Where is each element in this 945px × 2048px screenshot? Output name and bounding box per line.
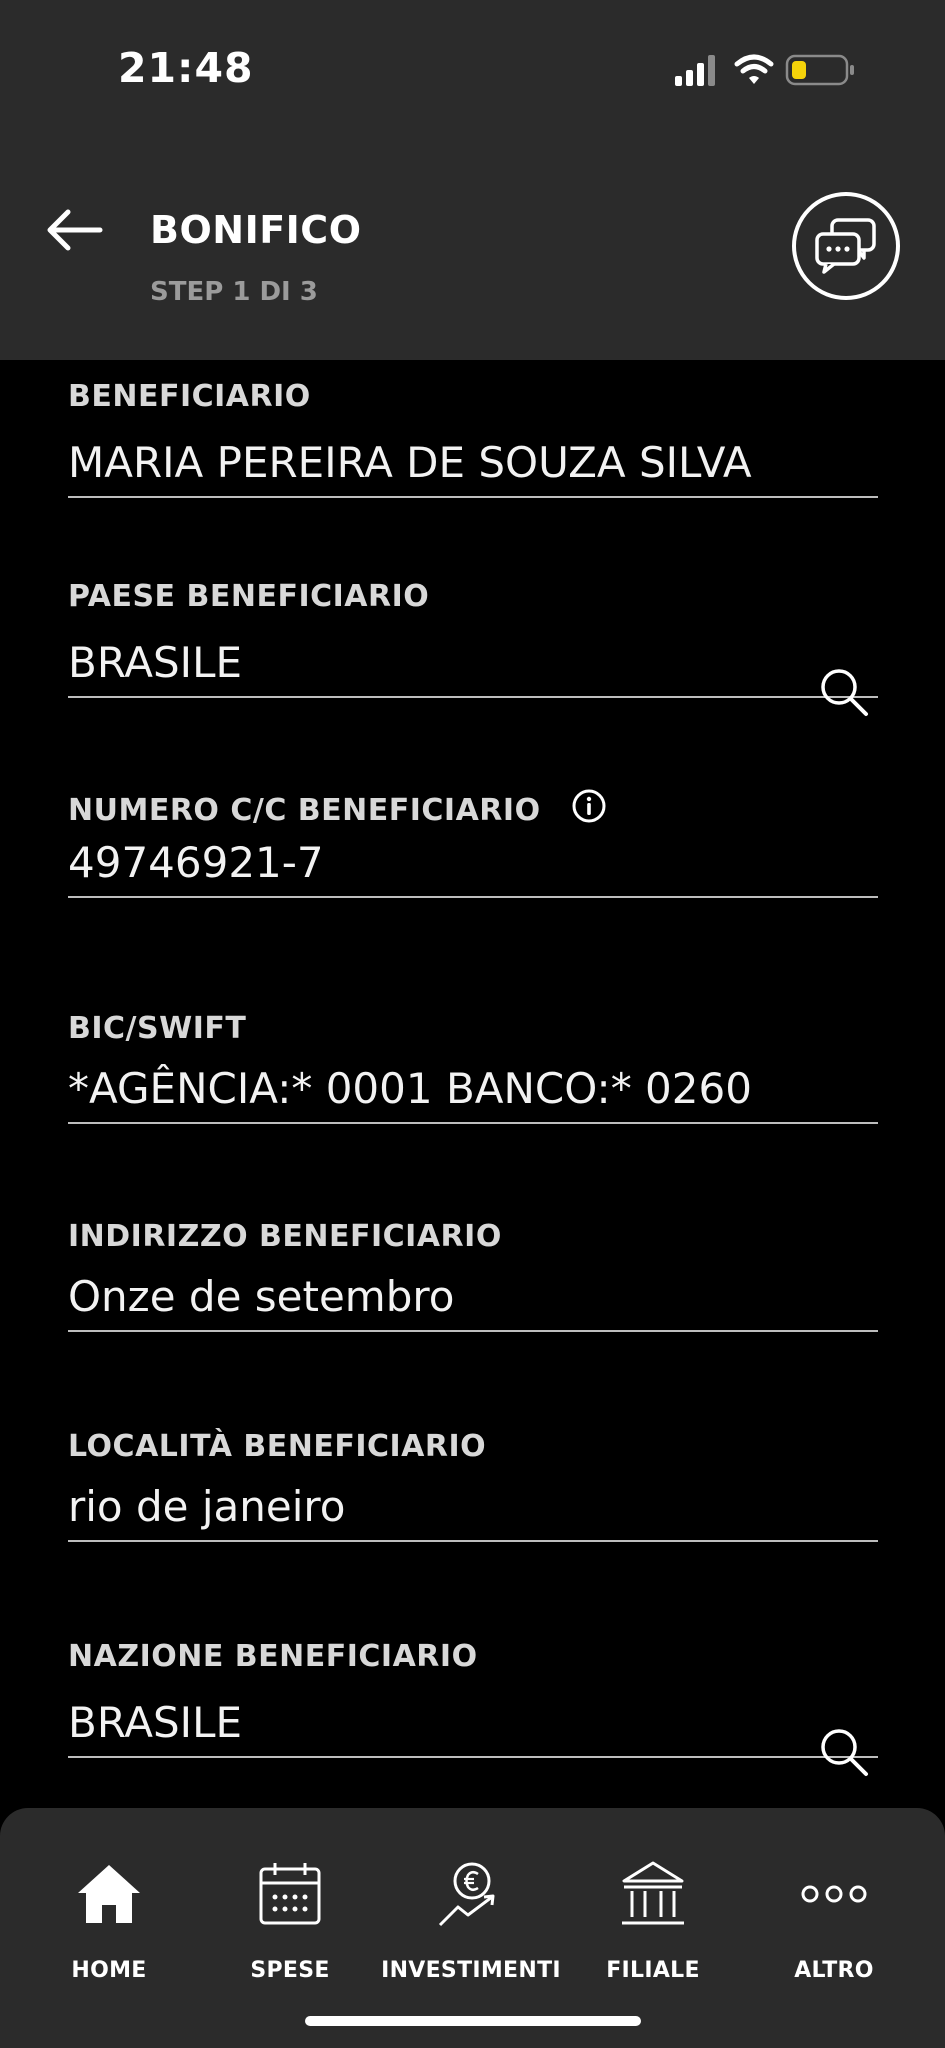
bic-swift-field[interactable]: BIC/SWIFT *AGÊNCIA:* 0001 BANCO:* 0260 bbox=[68, 1008, 878, 1124]
field-label: LOCALITÀ BENEFICIARIO bbox=[68, 1428, 487, 1464]
field-underline bbox=[68, 696, 878, 698]
app-header: BONIFICO STEP 1 DI 3 bbox=[0, 140, 945, 360]
beneficiary-nation-input[interactable]: BRASILE bbox=[68, 1694, 878, 1752]
field-label: INDIRIZZO BENEFICIARIO bbox=[68, 1218, 502, 1254]
field-label: BENEFICIARIO bbox=[68, 378, 311, 414]
beneficiary-address-field[interactable]: INDIRIZZO BENEFICIARIO Onze de setembro bbox=[68, 1216, 878, 1332]
nav-item-home[interactable]: HOME bbox=[19, 1854, 199, 1983]
field-underline bbox=[68, 1122, 878, 1124]
nav-item-spese[interactable]: SPESE bbox=[200, 1854, 380, 1983]
beneficiary-country-field[interactable]: PAESE BENEFICIARIO BRASILE bbox=[68, 576, 878, 716]
field-underline bbox=[68, 496, 878, 498]
info-icon[interactable] bbox=[571, 788, 607, 832]
signal-wifi-battery-icon bbox=[675, 54, 854, 86]
field-underline bbox=[68, 1756, 878, 1758]
nav-label: ALTRO bbox=[794, 1958, 874, 1983]
form-content: BENEFICIARIO MARIA PEREIRA DE SOUZA SILV… bbox=[0, 360, 945, 1810]
field-underline bbox=[68, 896, 878, 898]
home-icon bbox=[19, 1854, 199, 1934]
field-label: BIC/SWIFT bbox=[68, 1010, 247, 1046]
back-button[interactable] bbox=[40, 200, 110, 260]
nav-label: SPESE bbox=[250, 1958, 330, 1983]
bank-icon bbox=[563, 1854, 743, 1934]
nav-item-filiale[interactable]: FILIALE bbox=[563, 1854, 743, 1983]
beneficiary-address-input[interactable]: Onze de setembro bbox=[68, 1268, 878, 1326]
chat-bubbles-icon bbox=[815, 218, 876, 274]
bottom-navigation: HOME SPESE INVESTIMENTI FILIALE ALTRO bbox=[0, 1808, 945, 2048]
field-label-text: NUMERO C/C BENEFICIARIO bbox=[68, 792, 541, 828]
status-time: 21:48 bbox=[118, 44, 254, 92]
calendar-icon bbox=[200, 1854, 380, 1934]
arrow-left-icon bbox=[47, 209, 103, 251]
chat-button[interactable] bbox=[792, 192, 900, 300]
step-indicator: STEP 1 DI 3 bbox=[150, 277, 318, 307]
home-indicator bbox=[305, 2016, 641, 2026]
field-underline bbox=[68, 1540, 878, 1542]
field-label: NUMERO C/C BENEFICIARIO bbox=[68, 788, 878, 832]
beneficiary-input[interactable]: MARIA PEREIRA DE SOUZA SILVA bbox=[68, 434, 878, 492]
beneficiary-nation-field[interactable]: NAZIONE BENEFICIARIO BRASILE bbox=[68, 1636, 878, 1776]
bic-swift-input[interactable]: *AGÊNCIA:* 0001 BANCO:* 0260 bbox=[68, 1060, 878, 1118]
nav-item-investimenti[interactable]: INVESTIMENTI bbox=[381, 1854, 561, 1983]
field-label: NAZIONE BENEFICIARIO bbox=[68, 1638, 478, 1674]
nav-label: INVESTIMENTI bbox=[381, 1958, 561, 1983]
euro-growth-icon bbox=[381, 1854, 561, 1934]
more-dots-icon bbox=[744, 1854, 924, 1934]
account-number-field[interactable]: NUMERO C/C BENEFICIARIO 49746921-7 bbox=[68, 788, 878, 898]
status-icons bbox=[675, 50, 875, 90]
page-title: BONIFICO bbox=[150, 208, 362, 252]
nav-item-altro[interactable]: ALTRO bbox=[744, 1854, 924, 1983]
beneficiary-locality-field[interactable]: LOCALITÀ BENEFICIARIO rio de janeiro bbox=[68, 1426, 878, 1542]
field-underline bbox=[68, 1330, 878, 1332]
account-number-input[interactable]: 49746921-7 bbox=[68, 834, 878, 892]
nav-label: HOME bbox=[71, 1958, 147, 1983]
status-bar: 21:48 bbox=[0, 0, 945, 140]
nav-label: FILIALE bbox=[606, 1958, 700, 1983]
beneficiary-field[interactable]: BENEFICIARIO MARIA PEREIRA DE SOUZA SILV… bbox=[68, 376, 878, 498]
search-icon[interactable] bbox=[818, 666, 870, 722]
beneficiary-country-input[interactable]: BRASILE bbox=[68, 634, 878, 692]
search-icon[interactable] bbox=[818, 1726, 870, 1782]
beneficiary-locality-input[interactable]: rio de janeiro bbox=[68, 1478, 878, 1536]
field-label: PAESE BENEFICIARIO bbox=[68, 578, 430, 614]
